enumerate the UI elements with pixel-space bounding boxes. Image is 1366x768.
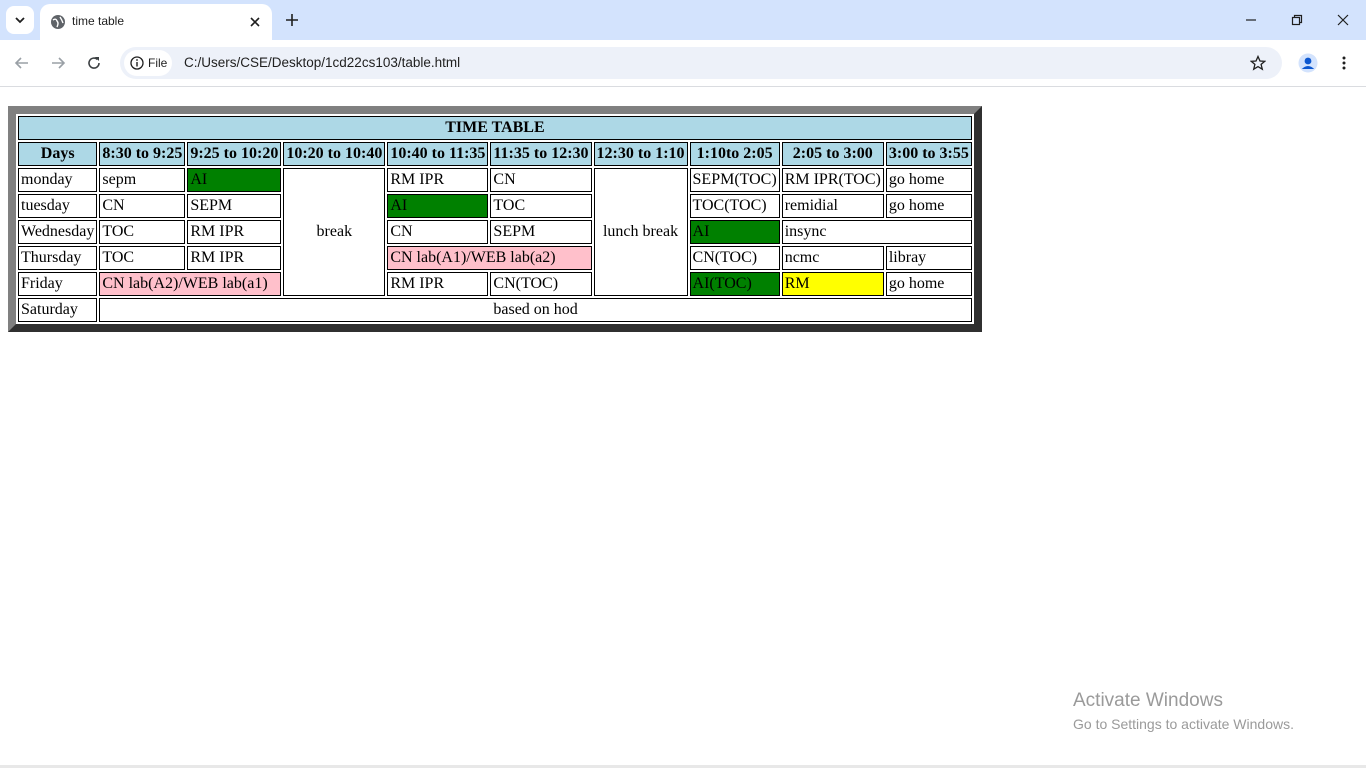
reload-button[interactable] bbox=[82, 51, 106, 75]
minimize-icon bbox=[1246, 19, 1256, 21]
header-cell: Days bbox=[18, 142, 98, 166]
table-cell: CN bbox=[490, 168, 592, 192]
day-cell: Thursday bbox=[18, 246, 98, 270]
tab-title: time table bbox=[72, 14, 125, 28]
table-cell: CN lab(A2)/WEB lab(a1) bbox=[99, 272, 282, 296]
table-cell: SEPM bbox=[187, 194, 282, 218]
tab-strip: time table bbox=[0, 0, 1366, 40]
timetable: TIME TABLE Days 8:30 to 9:25 9:25 to 10:… bbox=[8, 106, 982, 332]
new-tab-button[interactable] bbox=[280, 8, 304, 32]
table-title: TIME TABLE bbox=[18, 116, 972, 140]
site-chip-label: File bbox=[148, 56, 168, 70]
header-cell: 8:30 to 9:25 bbox=[99, 142, 186, 166]
browser-menu-button[interactable] bbox=[1332, 51, 1356, 75]
table-cell: RM IPR bbox=[187, 246, 282, 270]
table-cell: SEPM bbox=[490, 220, 592, 244]
reload-icon bbox=[88, 57, 100, 69]
lunch-break-cell: lunch break bbox=[593, 168, 688, 296]
table-row: Friday CN lab(A2)/WEB lab(a1) RM IPR CN(… bbox=[18, 272, 972, 296]
bookmark-button[interactable] bbox=[1246, 51, 1270, 75]
day-cell: Wednesday bbox=[18, 220, 98, 244]
table-cell: go home bbox=[885, 194, 972, 218]
table-cell: TOC bbox=[99, 220, 186, 244]
table-cell: SEPM(TOC) bbox=[689, 168, 780, 192]
header-cell: 3:00 to 3:55 bbox=[885, 142, 972, 166]
table-cell: AI bbox=[689, 220, 780, 244]
table-cell: TOC bbox=[99, 246, 186, 270]
info-icon bbox=[130, 56, 144, 70]
minimize-button[interactable] bbox=[1228, 0, 1274, 40]
site-info-chip[interactable]: File bbox=[124, 50, 172, 76]
table-cell: sepm bbox=[99, 168, 186, 192]
header-cell: 2:05 to 3:00 bbox=[781, 142, 884, 166]
tab-close-button[interactable] bbox=[246, 13, 264, 31]
day-cell: Friday bbox=[18, 272, 98, 296]
close-icon bbox=[1337, 14, 1349, 26]
plus-icon bbox=[286, 14, 298, 26]
table-cell: RM bbox=[781, 272, 884, 296]
table-cell: RM IPR bbox=[387, 272, 489, 296]
profile-button[interactable] bbox=[1296, 51, 1320, 75]
table-cell: CN lab(A1)/WEB lab(a2) bbox=[387, 246, 592, 270]
tab-search-button[interactable] bbox=[6, 6, 34, 34]
activate-windows-watermark: Activate Windows Go to Settings to activ… bbox=[1073, 690, 1294, 732]
header-cell: 11:35 to 12:30 bbox=[490, 142, 592, 166]
header-cell: 10:20 to 10:40 bbox=[283, 142, 386, 166]
restore-icon bbox=[1291, 14, 1303, 26]
header-row: Days 8:30 to 9:25 9:25 to 10:20 10:20 to… bbox=[18, 142, 972, 166]
table-cell: go home bbox=[885, 168, 972, 192]
table-cell: ncmc bbox=[781, 246, 884, 270]
globe-icon bbox=[51, 15, 65, 29]
table-cell: TOC bbox=[490, 194, 592, 218]
header-cell: 1:10to 2:05 bbox=[689, 142, 780, 166]
table-cell: CN bbox=[99, 194, 186, 218]
table-cell: libray bbox=[885, 246, 972, 270]
table-row: monday sepm AI break RM IPR CN lunch bre… bbox=[18, 168, 972, 296]
restore-button[interactable] bbox=[1274, 0, 1320, 40]
back-button[interactable] bbox=[10, 51, 34, 75]
day-cell: tuesday bbox=[18, 194, 98, 218]
watermark-title: Activate Windows bbox=[1073, 690, 1223, 711]
url-text[interactable]: C:/Users/CSE/Desktop/1cd22cs103/table.ht… bbox=[184, 55, 460, 70]
table-cell: based on hod bbox=[99, 298, 972, 322]
table-cell: go home bbox=[885, 272, 972, 296]
header-cell: 9:25 to 10:20 bbox=[187, 142, 282, 166]
table-row: Saturday based on hod bbox=[18, 298, 972, 322]
window-close-button[interactable] bbox=[1320, 0, 1366, 40]
close-icon bbox=[250, 17, 260, 27]
table-cell: insync bbox=[781, 220, 972, 244]
browser-tab[interactable]: time table bbox=[40, 4, 272, 40]
table-cell: CN(TOC) bbox=[490, 272, 592, 296]
arrow-left-icon bbox=[14, 57, 28, 69]
table-cell: RM IPR bbox=[387, 168, 489, 192]
header-cell: 12:30 to 1:10 bbox=[593, 142, 688, 166]
break-cell: break bbox=[283, 168, 386, 296]
table-row: Wednesday TOC RM IPR CN SEPM AI insync bbox=[18, 220, 972, 244]
table-cell: RM IPR bbox=[187, 220, 282, 244]
account-icon bbox=[1298, 53, 1318, 73]
table-cell: CN bbox=[387, 220, 489, 244]
more-vert-icon bbox=[1342, 56, 1346, 70]
table-cell: AI bbox=[387, 194, 489, 218]
table-cell: RM IPR(TOC) bbox=[781, 168, 884, 192]
table-cell: AI bbox=[187, 168, 282, 192]
watermark-subtitle: Go to Settings to activate Windows. bbox=[1073, 716, 1294, 732]
table-cell: CN(TOC) bbox=[689, 246, 780, 270]
table-row: Thursday TOC RM IPR CN lab(A1)/WEB lab(a… bbox=[18, 246, 972, 270]
chevron-down-icon bbox=[15, 17, 25, 24]
browser-toolbar: File C:/Users/CSE/Desktop/1cd22cs103/tab… bbox=[0, 40, 1366, 87]
table-cell: remidial bbox=[781, 194, 884, 218]
day-cell: monday bbox=[18, 168, 98, 192]
header-cell: 10:40 to 11:35 bbox=[387, 142, 489, 166]
table-cell: TOC(TOC) bbox=[689, 194, 780, 218]
address-bar[interactable]: File C:/Users/CSE/Desktop/1cd22cs103/tab… bbox=[120, 47, 1282, 79]
star-icon bbox=[1250, 55, 1266, 71]
table-cell: AI(TOC) bbox=[689, 272, 780, 296]
forward-button[interactable] bbox=[46, 51, 70, 75]
page-content: TIME TABLE Days 8:30 to 9:25 9:25 to 10:… bbox=[0, 87, 1366, 768]
day-cell: Saturday bbox=[18, 298, 98, 322]
table-row: tuesday CN SEPM AI TOC TOC(TOC) remidial… bbox=[18, 194, 972, 218]
arrow-right-icon bbox=[52, 57, 66, 69]
